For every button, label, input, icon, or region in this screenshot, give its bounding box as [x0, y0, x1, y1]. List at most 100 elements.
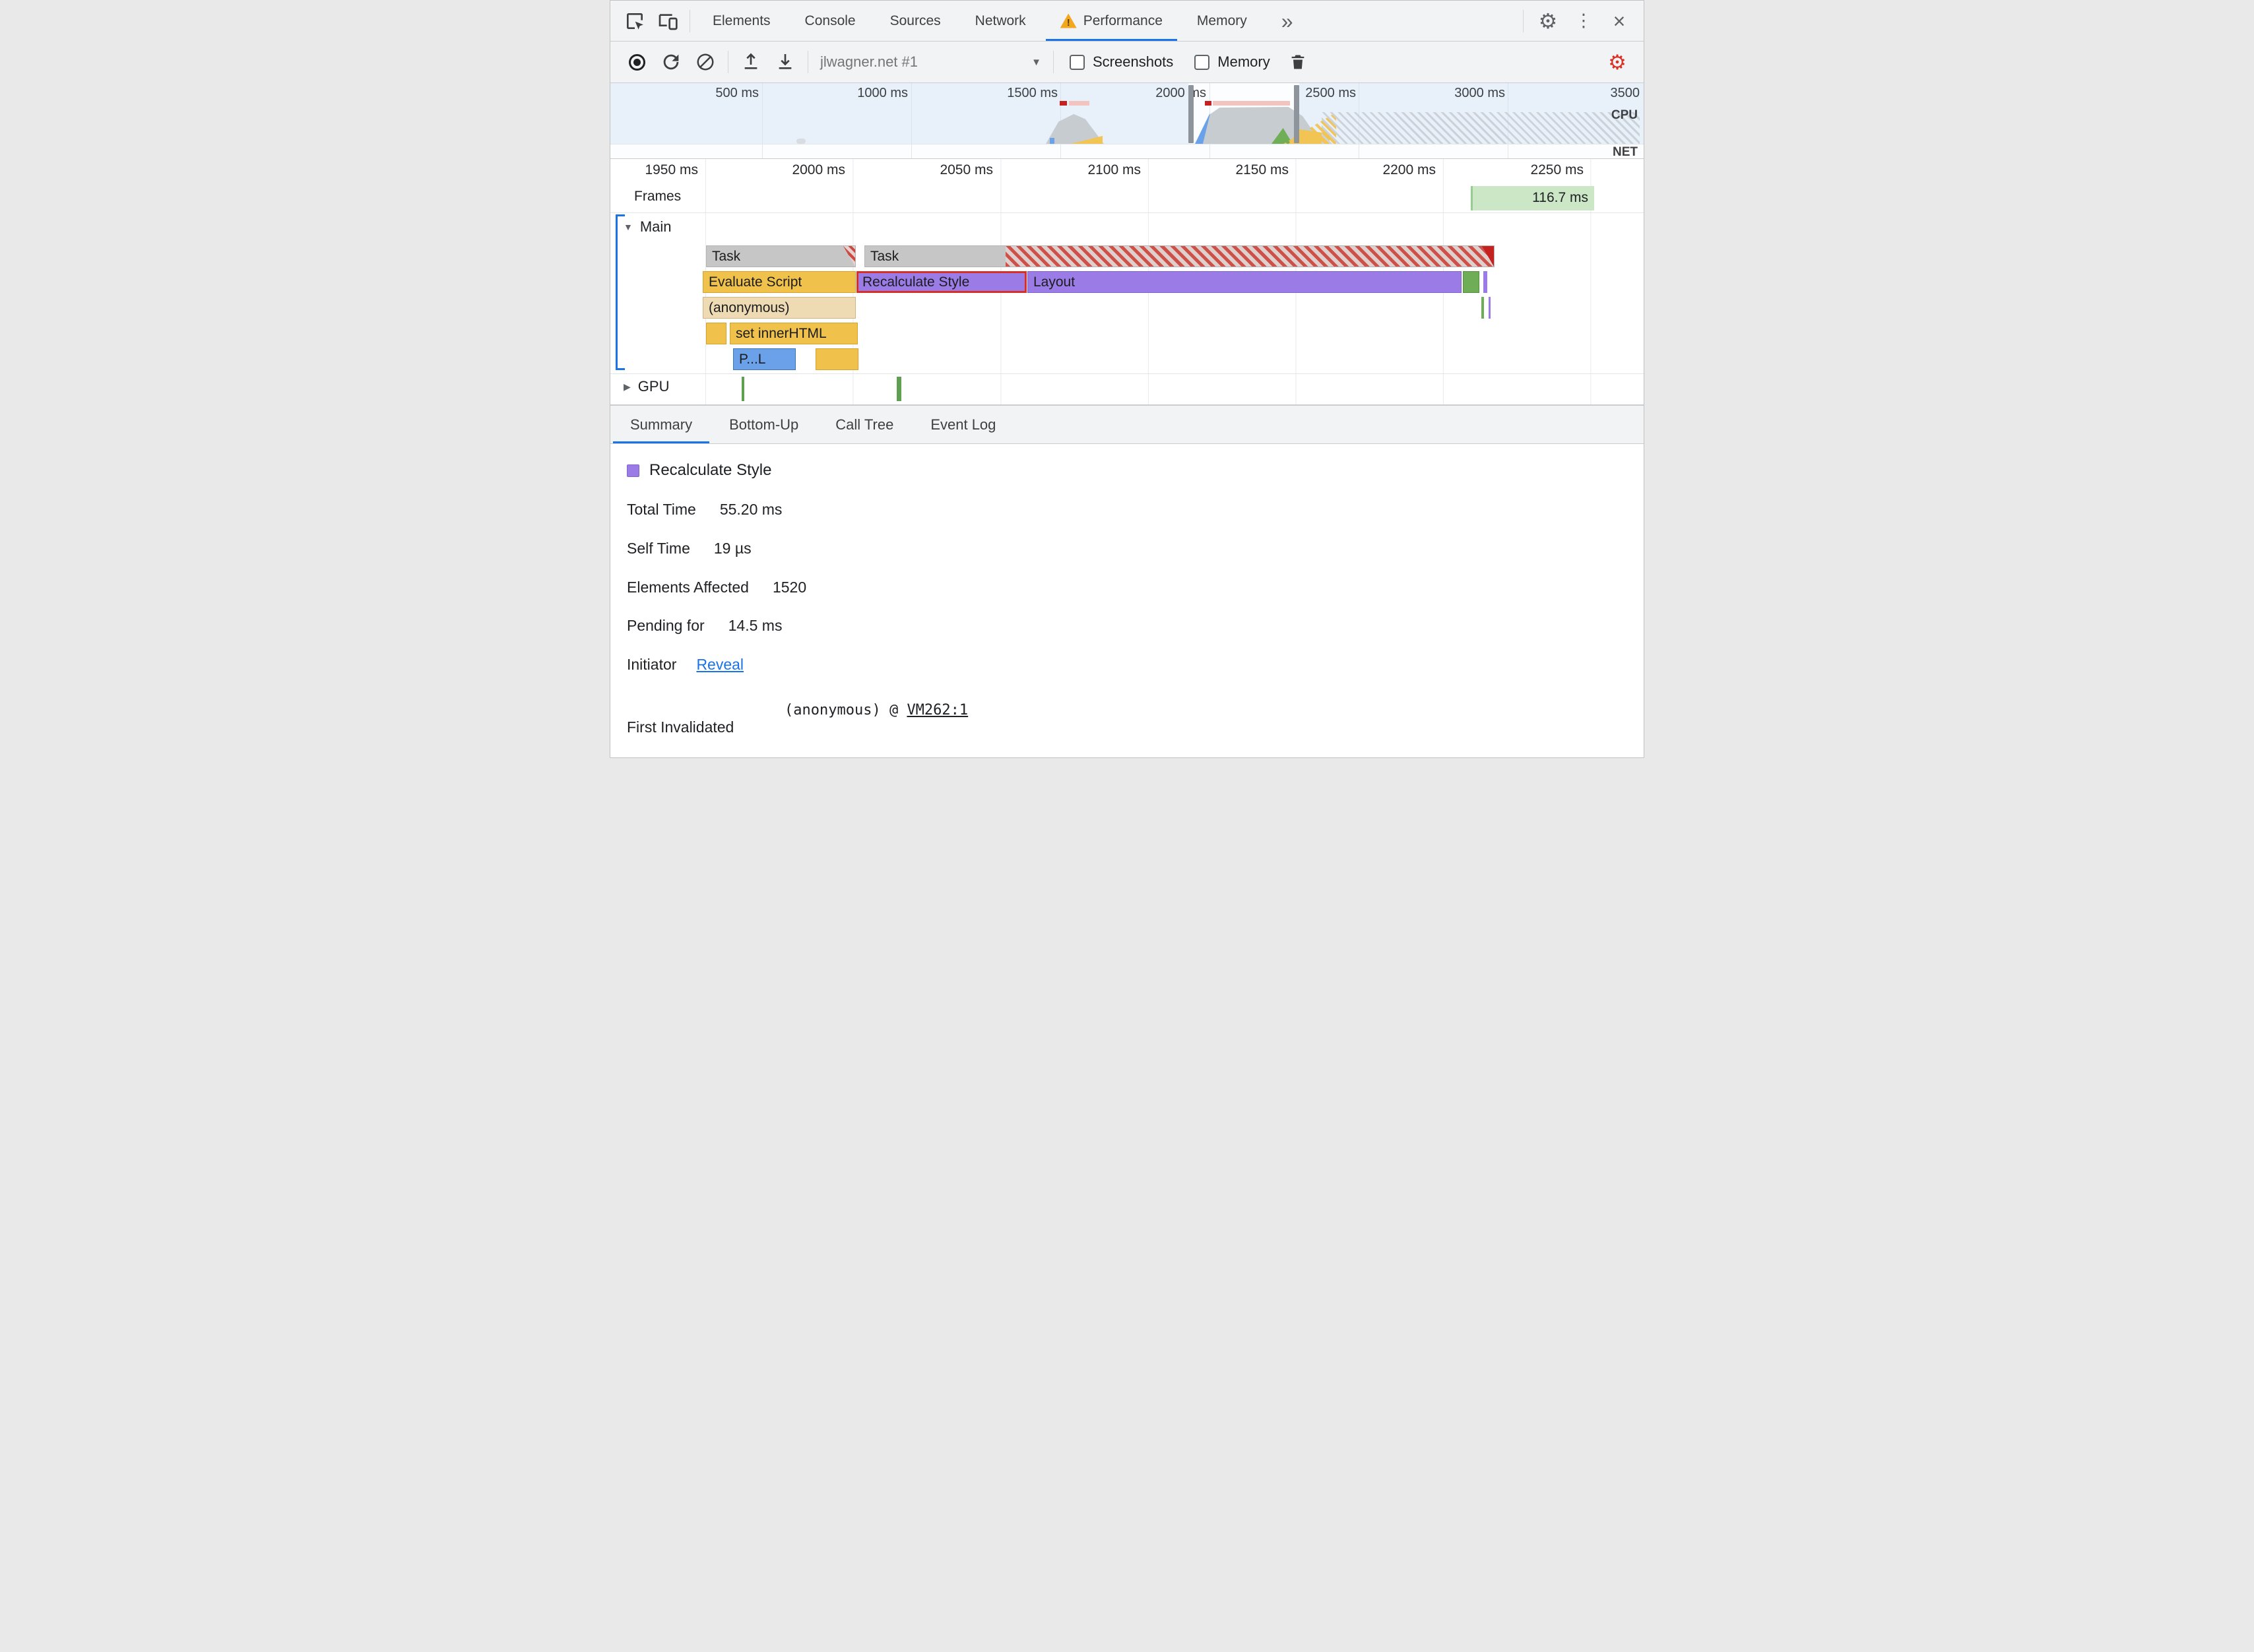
- summary-panel: Recalculate Style Total Time 55.20 ms Se…: [610, 444, 1644, 757]
- tab-summary[interactable]: Summary: [612, 406, 711, 443]
- cpu-activity-minor: [796, 139, 806, 144]
- menu-dots-icon[interactable]: ⋮: [1567, 5, 1600, 38]
- tab-console-label: Console: [804, 13, 856, 28]
- tab-elements[interactable]: Elements: [695, 1, 788, 41]
- settings-gear-icon[interactable]: ⚙: [1531, 5, 1564, 38]
- collapse-closed-icon: ▶: [624, 381, 631, 392]
- event-sliver[interactable]: [1483, 271, 1487, 293]
- tab-call-tree-label: Call Tree: [835, 416, 894, 433]
- net-track-label: NET: [1613, 145, 1638, 159]
- toolbar-separator: [1053, 51, 1054, 73]
- event-sliver[interactable]: [1481, 297, 1484, 319]
- event-parse-html[interactable]: P...L: [733, 348, 796, 370]
- tab-sources[interactable]: Sources: [873, 1, 958, 41]
- ruler-tick: 2200 ms: [1382, 162, 1436, 177]
- long-task-hatch: [1006, 246, 1494, 267]
- ruler-tick: 2100 ms: [1087, 162, 1141, 177]
- summary-row-value: 1520: [772, 579, 807, 596]
- profile-select[interactable]: jlwagner.net #1 ▼: [814, 53, 1048, 71]
- first-invalidated-source-link[interactable]: VM262:1: [907, 702, 968, 718]
- memory-label: Memory: [1217, 53, 1270, 70]
- summary-row: Total Time 55.20 ms: [627, 501, 782, 519]
- screenshots-toggle[interactable]: Screenshots: [1070, 53, 1173, 71]
- tab-performance[interactable]: ! Performance: [1043, 1, 1180, 41]
- selection-handle-right[interactable]: [1294, 85, 1299, 143]
- ruler-tick: 2150 ms: [1235, 162, 1289, 177]
- overview-tick: 3000 ms: [1454, 86, 1505, 100]
- tab-console[interactable]: Console: [788, 1, 873, 41]
- long-task-corner: [843, 246, 855, 267]
- tab-bottom-up[interactable]: Bottom-Up: [711, 406, 817, 443]
- inspect-element-icon[interactable]: [618, 5, 651, 38]
- selection-handle-left[interactable]: [1188, 85, 1194, 143]
- ruler-tick: 2000 ms: [792, 162, 845, 177]
- clear-button[interactable]: [688, 45, 723, 79]
- event-label: Recalculate Style: [862, 274, 970, 290]
- initiator-label: Initiator: [627, 656, 677, 673]
- event-task[interactable]: Task: [706, 245, 856, 267]
- event-sliver[interactable]: [1489, 297, 1491, 319]
- reload-and-record-button[interactable]: [654, 45, 688, 79]
- event-set-innerhtml[interactable]: set innerHTML: [730, 323, 858, 344]
- device-toolbar-icon[interactable]: [651, 5, 684, 38]
- record-button[interactable]: [620, 45, 654, 79]
- details-tabbar: Summary Bottom-Up Call Tree Event Log: [610, 405, 1644, 444]
- event-label: P...L: [739, 352, 766, 367]
- event-paint[interactable]: [1463, 271, 1479, 293]
- track-divider: [610, 212, 1644, 213]
- overview-tick: 500 ms: [715, 86, 759, 100]
- event-recalculate-style-selected[interactable]: Recalculate Style: [856, 271, 1027, 293]
- gpu-track-header[interactable]: ▶ GPU: [624, 378, 669, 395]
- ruler-tick: 2050 ms: [940, 162, 993, 177]
- long-task-band: [1213, 101, 1290, 106]
- tab-event-log[interactable]: Event Log: [912, 406, 1014, 443]
- main-track-selection-bracket: [616, 214, 625, 370]
- close-icon[interactable]: ×: [1603, 5, 1636, 38]
- summary-event-title: Recalculate Style: [649, 461, 772, 479]
- save-profile-icon[interactable]: [768, 45, 802, 79]
- frame-duration-block[interactable]: 116.7 ms: [1471, 186, 1594, 210]
- tab-network[interactable]: Network: [958, 1, 1043, 41]
- event-script-small[interactable]: [816, 348, 858, 370]
- warning-icon: !: [1060, 13, 1077, 28]
- tab-memory-label: Memory: [1196, 13, 1247, 28]
- memory-toggle[interactable]: Memory: [1194, 53, 1270, 71]
- summary-row-value: 55.20 ms: [719, 501, 783, 518]
- tab-bottom-up-label: Bottom-Up: [729, 416, 799, 433]
- trash-icon[interactable]: [1281, 45, 1315, 79]
- devtools-tabbar: Elements Console Sources Network ! Perfo…: [610, 1, 1644, 42]
- performance-controls: jlwagner.net #1 ▼ Screenshots Memory ⚙: [610, 42, 1644, 83]
- first-invalidated-code: (anonymous) @: [785, 702, 907, 718]
- summary-row-label: Self Time: [627, 540, 690, 557]
- event-anonymous[interactable]: (anonymous): [703, 297, 856, 319]
- event-label: Task: [712, 249, 741, 264]
- rendering-color-swatch: [627, 464, 639, 477]
- event-task[interactable]: Task: [864, 245, 1495, 267]
- summary-row: Self Time 19 µs: [627, 540, 752, 557]
- chevron-down-icon: ▼: [1031, 56, 1041, 68]
- memory-checkbox[interactable]: [1194, 54, 1210, 70]
- tab-call-tree[interactable]: Call Tree: [817, 406, 912, 443]
- event-script-small[interactable]: [706, 323, 726, 344]
- event-layout[interactable]: Layout: [1027, 271, 1462, 293]
- main-track-header[interactable]: ▼ Main: [624, 218, 672, 236]
- screenshots-checkbox[interactable]: [1070, 54, 1085, 70]
- event-evaluate-script[interactable]: Evaluate Script: [703, 271, 856, 293]
- summary-row: Elements Affected 1520: [627, 579, 806, 596]
- overview-tick: 3500: [1610, 86, 1640, 100]
- tab-performance-label: Performance: [1083, 13, 1163, 28]
- load-profile-icon[interactable]: [734, 45, 768, 79]
- timeline-overview[interactable]: 500 ms 1000 ms 1500 ms 2000 ms 2500 ms 3…: [610, 83, 1644, 159]
- initiator-reveal-link[interactable]: Reveal: [696, 656, 744, 674]
- tab-memory[interactable]: Memory: [1180, 1, 1264, 41]
- gpu-track-label: GPU: [637, 378, 670, 395]
- cpu-track-label: CPU: [1611, 108, 1638, 122]
- flame-chart[interactable]: 1950 ms 2000 ms 2050 ms 2100 ms 2150 ms …: [610, 159, 1644, 405]
- more-tabs-button[interactable]: »: [1264, 1, 1310, 41]
- capture-settings-gear-icon[interactable]: ⚙: [1600, 45, 1634, 79]
- controls-right-cluster: ⚙: [1600, 45, 1634, 79]
- cpu-activity-loading: [1050, 138, 1054, 144]
- event-label: Layout: [1033, 274, 1076, 290]
- cpu-activity-hatch-band: [1322, 112, 1640, 144]
- gpu-activity: [897, 377, 901, 401]
